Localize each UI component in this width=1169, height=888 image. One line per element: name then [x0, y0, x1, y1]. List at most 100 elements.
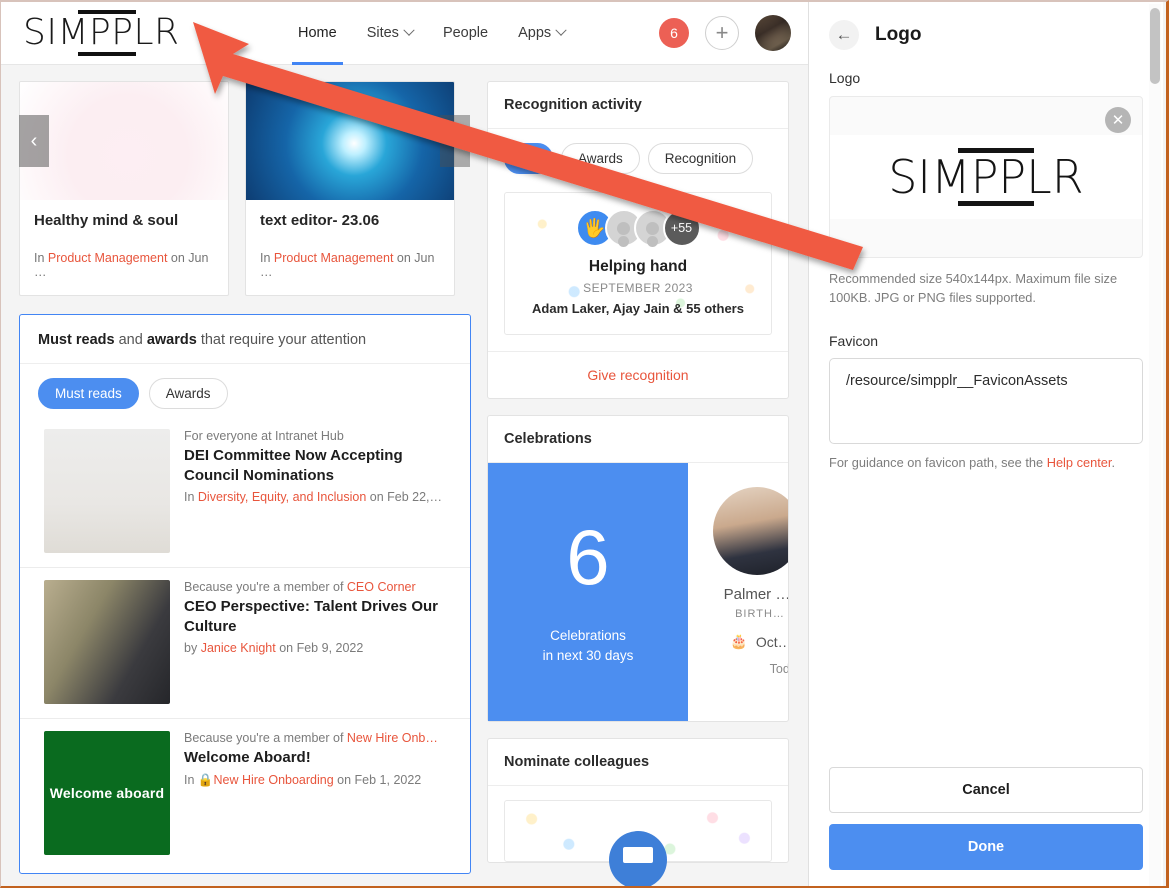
give-recognition-button[interactable]: Give recognition	[488, 351, 788, 398]
middle-column: Recognition activity All Awards Recognit…	[487, 81, 789, 886]
chevron-down-icon	[403, 24, 415, 36]
filter-awards[interactable]: Awards	[561, 143, 640, 174]
nominate-award-icon	[609, 831, 667, 886]
kicker-prefix: Because you're a member of	[184, 731, 347, 745]
panel-footer-actions: Cancel Done	[829, 767, 1143, 870]
nav-item-home[interactable]: Home	[292, 2, 343, 65]
nav-item-people[interactable]: People	[443, 2, 488, 65]
meta-prefix: In	[260, 251, 274, 265]
meta-site-link[interactable]: Product Management	[48, 251, 168, 265]
create-button[interactable]: +	[705, 16, 739, 50]
carousel-card[interactable]: Healthy mind & soul In Product Managemen…	[19, 81, 229, 296]
recognition-item-title: Helping hand	[588, 258, 688, 275]
help-center-link[interactable]: Help center	[1047, 455, 1112, 470]
favicon-hint-prefix: For guidance on favicon path, see the	[829, 455, 1047, 471]
celebrations-title: Celebrations	[488, 416, 788, 463]
article-thumbnail	[44, 580, 170, 704]
sub-suffix: on Feb 1, 2022	[333, 772, 422, 787]
filter-all[interactable]: All	[504, 143, 554, 174]
done-button[interactable]: Done	[829, 824, 1143, 870]
carousel-card[interactable]: text editor- 23.06 In Product Management…	[245, 81, 455, 296]
user-avatar[interactable]	[755, 15, 791, 51]
article-title[interactable]: DEI Committee Now Accepting Council Nomi…	[184, 446, 452, 485]
tab-must-reads[interactable]: Must reads	[38, 378, 139, 409]
avatar-stack: 🖐 +55	[515, 209, 761, 247]
panel-header: ← Logo	[809, 2, 1163, 60]
page-scrollbar-track[interactable]	[1149, 4, 1161, 886]
close-icon[interactable]: ✕	[1105, 107, 1131, 133]
article-kicker: For everyone at Intranet Hub	[184, 429, 344, 443]
kicker-site-link[interactable]: New Hire Onb…	[347, 731, 438, 745]
avatar	[713, 487, 788, 575]
notification-badge[interactable]: 6	[659, 18, 689, 48]
favicon-input[interactable]: /resource/simpplr__FaviconAssets	[829, 358, 1143, 445]
left-column: Healthy mind & soul In Product Managemen…	[19, 81, 471, 874]
carousel-prev-button[interactable]: ‹	[19, 115, 49, 167]
mental-health-illustration	[20, 82, 228, 200]
sub-suffix: on Feb 9, 2022	[275, 641, 364, 655]
logo-overline	[78, 10, 136, 14]
panel-content: Logo SIMPPLR ✕ Recommended size 540x144p…	[809, 60, 1163, 470]
nav-item-sites[interactable]: Sites	[366, 2, 415, 65]
article-title[interactable]: Welcome Aboard!	[184, 748, 452, 768]
filter-recognition[interactable]: Recognition	[647, 143, 754, 174]
carousel-next-button[interactable]: ›	[440, 115, 470, 167]
tab-awards[interactable]: Awards	[148, 378, 228, 409]
sub-prefix: In	[184, 772, 198, 787]
caption-line-1: Celebrations	[550, 627, 626, 643]
sub-suffix: on Feb 22,…	[366, 490, 443, 504]
arrow-left-icon[interactable]: ←	[829, 20, 859, 50]
carousel-card-title: Healthy mind & soul	[34, 212, 179, 229]
content-columns: Healthy mind & soul In Product Managemen…	[1, 65, 809, 886]
recognition-item[interactable]: 🖐 +55 Helping hand SEPTEMBER 2023 Adam L…	[504, 192, 772, 335]
sub-site-link[interactable]: Diversity, Equity, and Inclusion	[198, 490, 366, 504]
article-kicker: Because you're a member of New Hire Onb…	[184, 731, 452, 745]
page-scrollbar-thumb[interactable]	[1150, 8, 1160, 84]
top-navigation-bar: SIMPPLR Home Sites People Apps 6 +	[1, 2, 809, 65]
favicon-hint-suffix: .	[1111, 455, 1115, 471]
article-subtitle: In 🔒New Hire Onboarding on Feb 1, 2022	[184, 773, 452, 788]
featured-carousel: Healthy mind & soul In Product Managemen…	[19, 81, 471, 296]
list-item[interactable]: For everyone at Intranet Hub DEI Committ…	[20, 417, 470, 568]
article-title[interactable]: CEO Perspective: Talent Drives Our Cultu…	[184, 597, 452, 636]
nominate-title: Nominate colleagues	[488, 739, 788, 786]
logo-underline	[958, 201, 1035, 206]
kicker-prefix: Because you're a member of	[184, 580, 347, 594]
recognition-item-people: Adam Laker, Ajay Jain & 55 others	[532, 301, 744, 316]
sub-prefix: by	[184, 641, 201, 655]
intranet-app: SIMPPLR Home Sites People Apps 6 + Healt…	[1, 2, 809, 886]
article-thumbnail	[44, 429, 170, 553]
recognition-filters: All Awards Recognition	[504, 143, 772, 174]
sub-author-link[interactable]: Janice Knight	[201, 641, 276, 655]
list-item[interactable]: Welcome aboard Because you're a member o…	[20, 719, 470, 869]
celebrations-count: 6	[566, 512, 610, 601]
list-item[interactable]: Because you're a member of CEO Corner CE…	[20, 568, 470, 719]
logo-hint: Recommended size 540x144px. Maximum file…	[829, 271, 1118, 305]
heading-must-reads: Must reads	[38, 332, 115, 348]
logo-field-label: Logo	[829, 70, 861, 86]
logo-preview: SIMPPLR ✕	[829, 96, 1143, 258]
nominate-colleagues-card: Nominate colleagues	[487, 738, 789, 886]
meta-site-link[interactable]: Product Management	[274, 251, 394, 265]
caption-line-2: in next 30 days	[542, 648, 634, 663]
nav-item-label: People	[442, 25, 489, 41]
celebration-type: BIRTH…	[735, 608, 785, 620]
recognition-title: Recognition activity	[488, 82, 788, 129]
nominate-tile[interactable]	[504, 800, 772, 886]
kicker-site-link[interactable]: CEO Corner	[347, 580, 416, 594]
nav-item-apps[interactable]: Apps	[518, 2, 567, 65]
celebrations-card: Celebrations 6 Celebrations in next 30 d…	[487, 415, 789, 722]
sub-site-link[interactable]: New Hire Onboarding	[213, 773, 333, 787]
sub-prefix: In	[184, 490, 198, 504]
heading-awards: awards	[146, 332, 197, 348]
site-logo[interactable]: SIMPPLR	[23, 10, 203, 56]
nav-item-label: Home	[298, 25, 337, 41]
must-reads-card: Must reads and awards that require your …	[19, 314, 471, 874]
must-reads-heading: Must reads and awards that require your …	[20, 315, 470, 364]
cancel-button[interactable]: Cancel	[829, 767, 1143, 813]
nav-item-label: Sites	[366, 25, 399, 41]
celebration-person[interactable]: Palmer … BIRTH… 🎂 Oct… Tod…	[688, 463, 788, 721]
logo-text: SIMPPLR	[23, 12, 180, 53]
heading-tail: that require your attention	[196, 332, 367, 348]
logo-preview-text: SIMPPLR	[888, 150, 1084, 204]
